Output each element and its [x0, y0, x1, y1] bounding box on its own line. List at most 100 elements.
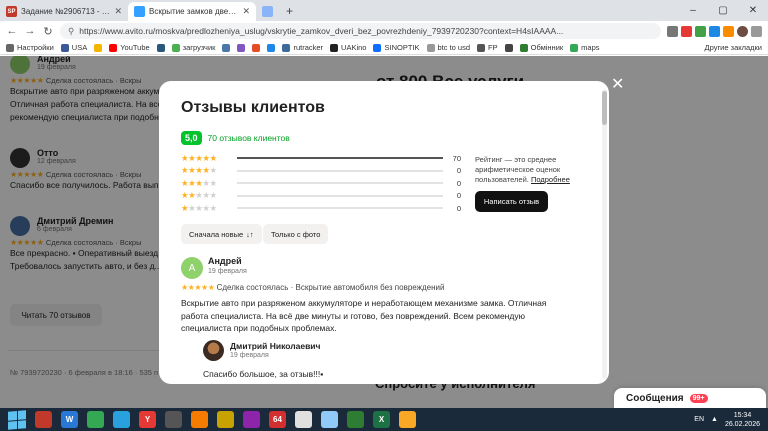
- bookmark-favicon-icon: [222, 43, 231, 52]
- bookmark-item[interactable]: UAKino: [330, 43, 366, 52]
- browser-tab[interactable]: [256, 2, 280, 21]
- bookmark-label: btc to usd: [437, 43, 471, 52]
- extension-icon[interactable]: [723, 25, 734, 37]
- close-modal-icon[interactable]: ✕: [611, 77, 624, 93]
- bookmark-item[interactable]: SINOPTIK: [373, 43, 420, 52]
- back-icon[interactable]: ←: [6, 25, 18, 37]
- distribution-bar: [237, 182, 443, 185]
- taskbar-app-icon[interactable]: [321, 411, 338, 428]
- maximize-icon[interactable]: ▢: [708, 0, 738, 21]
- new-tab-button[interactable]: +: [280, 4, 299, 21]
- distribution-count: 0: [456, 166, 461, 176]
- taskbar-app-icon[interactable]: [191, 411, 208, 428]
- bookmark-item[interactable]: загрузчик: [171, 43, 215, 52]
- bookmark-item[interactable]: [237, 43, 246, 52]
- tray-arrow-icon[interactable]: ▲: [711, 416, 718, 423]
- taskbar-app-icon[interactable]: [243, 411, 260, 428]
- bookmark-item[interactable]: [222, 43, 231, 52]
- clock[interactable]: 15:34 26.02.2026: [725, 411, 760, 429]
- bookmark-item[interactable]: [252, 43, 261, 52]
- bookmark-item[interactable]: Настройки: [6, 43, 54, 52]
- forward-icon[interactable]: →: [24, 25, 36, 37]
- bookmark-favicon-icon: [426, 43, 435, 52]
- taskbar-app-icon[interactable]: [165, 411, 182, 428]
- time: 15:34: [733, 411, 752, 419]
- profile-avatar[interactable]: [737, 25, 748, 37]
- browser-tab[interactable]: SP Задание №2906713 - просмотр з✕: [0, 2, 128, 21]
- bookmark-label: maps: [581, 43, 600, 52]
- bookmark-favicon-icon: [60, 43, 69, 52]
- distribution-bar: [237, 157, 443, 160]
- review-date: 19 февраля: [208, 268, 247, 275]
- browser-tab[interactable]: Вскрытие замков двери (без пов ✕: [128, 2, 256, 21]
- bookmark-item[interactable]: [94, 43, 103, 52]
- bookmark-item[interactable]: btc to usd: [426, 43, 471, 52]
- reload-icon[interactable]: ↻: [42, 25, 54, 38]
- bookmark-item[interactable]: [156, 43, 165, 52]
- tab-favicon-icon: [262, 6, 273, 17]
- taskbar-app-icon[interactable]: W: [61, 411, 78, 428]
- modal-scrollbar[interactable]: [602, 89, 607, 379]
- taskbar-app-icon[interactable]: X: [373, 411, 390, 428]
- windows-taskbar: W Y 64 X: [0, 408, 768, 431]
- taskbar-app-icon[interactable]: [87, 411, 104, 428]
- bookmark-item[interactable]: [504, 43, 513, 52]
- bookmark-favicon-icon: [6, 43, 14, 52]
- bookmark-favicon-icon: [109, 43, 118, 52]
- bookmark-star-icon[interactable]: [667, 25, 678, 37]
- only-photo-filter[interactable]: Только с фото: [263, 224, 329, 244]
- bookmark-favicon-icon: [237, 43, 246, 52]
- close-tab-icon[interactable]: ✕: [242, 6, 250, 17]
- bookmark-favicon-icon: [252, 43, 261, 52]
- distribution-stars: ★★★★★: [181, 152, 217, 163]
- messages-widget[interactable]: Сообщения 99+: [614, 388, 766, 408]
- url-text: https://www.avito.ru/moskva/predlozheniy…: [79, 26, 564, 36]
- address-bar[interactable]: ⚲ https://www.avito.ru/moskva/predlozhen…: [60, 23, 661, 39]
- language-indicator[interactable]: EN: [694, 416, 704, 423]
- start-button[interactable]: [8, 409, 26, 430]
- bookmark-item[interactable]: YouTube: [109, 43, 150, 52]
- review-meta-line: ★★★★★ Сделка состоялась · Вскрытие автом…: [181, 283, 444, 292]
- bookmark-item[interactable]: maps: [570, 43, 600, 52]
- extension-icon[interactable]: [709, 25, 720, 37]
- bookmark-item[interactable]: [267, 43, 276, 52]
- scrollbar-thumb[interactable]: [602, 91, 607, 125]
- browser-toolbar: ← → ↻ ⚲ https://www.avito.ru/moskva/pred…: [0, 21, 768, 41]
- taskbar-app-icon[interactable]: Y: [139, 411, 156, 428]
- minimize-icon[interactable]: –: [678, 0, 708, 21]
- taskbar-app-icon[interactable]: [399, 411, 416, 428]
- bookmark-label: rutracker: [293, 43, 324, 52]
- window-controls: – ▢ ✕: [678, 0, 768, 21]
- sort-newest-button[interactable]: Сначала новые ↓↑: [181, 224, 262, 244]
- bookmark-label: SINOPTIK: [384, 43, 420, 52]
- rating-more-link[interactable]: Подробнее: [531, 175, 570, 184]
- close-window-icon[interactable]: ✕: [738, 0, 768, 21]
- bookmark-item[interactable]: FP: [477, 43, 498, 52]
- taskbar-app-icon[interactable]: [217, 411, 234, 428]
- date: 26.02.2026: [724, 420, 760, 428]
- extension-icon[interactable]: [681, 25, 692, 37]
- reviewer-name[interactable]: Андрей: [208, 256, 242, 266]
- distribution-bar: [237, 207, 443, 210]
- distribution-count: 70: [452, 153, 461, 163]
- tab-title: Задание №2906713 - просмотр з: [21, 7, 111, 16]
- taskbar-app-icon[interactable]: [113, 411, 130, 428]
- taskbar-app-icon[interactable]: [295, 411, 312, 428]
- taskbar-app-icon[interactable]: [347, 411, 364, 428]
- modal-title: Отзывы клиентов: [181, 99, 325, 116]
- bookmark-favicon-icon: [519, 43, 528, 52]
- other-bookmarks-folder[interactable]: Другие закладки: [705, 43, 762, 52]
- close-tab-icon[interactable]: ✕: [114, 6, 122, 17]
- site-info-icon[interactable]: ⚲: [68, 26, 74, 37]
- taskbar-app-icon[interactable]: 64: [269, 411, 286, 428]
- menu-icon[interactable]: [751, 25, 762, 37]
- bookmark-item[interactable]: rutracker: [282, 43, 323, 52]
- taskbar-app-icon[interactable]: [35, 411, 52, 428]
- extension-icon[interactable]: [695, 25, 706, 37]
- system-tray: EN ▲ 15:34 26.02.2026: [694, 408, 760, 431]
- bookmark-item[interactable]: Обмінник: [519, 43, 563, 52]
- distribution-row: ★★★★★ 0: [181, 165, 461, 178]
- bookmark-favicon-icon: [570, 43, 579, 52]
- bookmark-item[interactable]: USA: [60, 43, 87, 52]
- write-review-button[interactable]: Написать отзыв: [475, 191, 548, 212]
